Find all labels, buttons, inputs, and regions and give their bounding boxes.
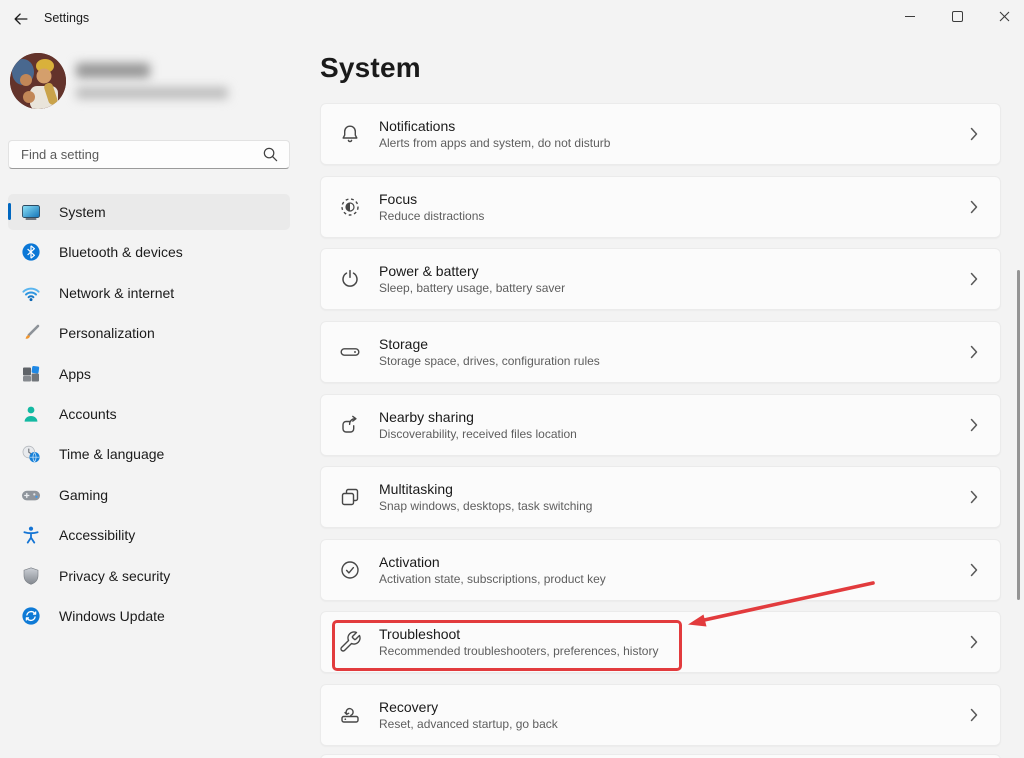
row-title: Multitasking [379, 481, 592, 498]
sidebar-item-label: Bluetooth & devices [59, 244, 183, 260]
settings-row-recovery[interactable]: Recovery Reset, advanced startup, go bac… [320, 684, 1001, 746]
row-subtitle: Recommended troubleshooters, preferences… [379, 644, 658, 659]
row-subtitle: Reset, advanced startup, go back [379, 717, 558, 732]
sidebar-item-windows-update[interactable]: Windows Update [8, 598, 290, 634]
maximize-icon [952, 11, 963, 22]
chevron-right-icon [970, 418, 978, 432]
sidebar-item-label: Gaming [59, 487, 108, 503]
chevron-right-icon [970, 127, 978, 141]
apps-icon [21, 364, 41, 384]
search-icon[interactable] [262, 146, 279, 163]
selected-accent-bar [8, 203, 11, 220]
minimize-icon [905, 16, 915, 17]
accessibility-person-icon [21, 525, 41, 545]
settings-row-focus[interactable]: Focus Reduce distractions [320, 176, 1001, 238]
sidebar-item-network-internet[interactable]: Network & internet [8, 275, 290, 311]
row-subtitle: Storage space, drives, configuration rul… [379, 354, 600, 369]
row-title: Troubleshoot [379, 626, 658, 643]
back-button[interactable] [6, 6, 36, 32]
row-title: Storage [379, 336, 600, 353]
close-button[interactable] [981, 0, 1024, 33]
chevron-right-icon [970, 708, 978, 722]
sidebar-item-time-language[interactable]: Time & language [8, 436, 290, 472]
window-title: Settings [44, 11, 89, 25]
row-title: Focus [379, 191, 484, 208]
drive-icon [338, 340, 362, 364]
windows-stack-icon [338, 485, 362, 509]
sidebar-item-label: Time & language [59, 446, 164, 462]
sidebar-item-personalization[interactable]: Personalization [8, 315, 290, 351]
maximize-button[interactable] [934, 0, 980, 33]
system-icon [21, 202, 41, 222]
person-icon [21, 404, 41, 424]
recovery-icon [338, 703, 362, 727]
sidebar-item-label: Privacy & security [59, 568, 170, 584]
row-title: Nearby sharing [379, 409, 577, 426]
row-subtitle: Alerts from apps and system, do not dist… [379, 136, 610, 151]
settings-row-notifications[interactable]: Notifications Alerts from apps and syste… [320, 103, 1001, 165]
search-input[interactable] [9, 147, 262, 162]
wrench-icon [338, 630, 362, 654]
shield-icon [21, 566, 41, 586]
row-subtitle: Sleep, battery usage, battery saver [379, 281, 565, 296]
focus-icon [338, 195, 362, 219]
chevron-right-icon [970, 635, 978, 649]
update-icon [21, 606, 41, 626]
wifi-icon [21, 283, 41, 303]
user-email-blurred [76, 87, 228, 99]
sidebar-item-privacy-security[interactable]: Privacy & security [8, 558, 290, 594]
chevron-right-icon [970, 345, 978, 359]
settings-row-storage[interactable]: Storage Storage space, drives, configura… [320, 321, 1001, 383]
avatar [10, 53, 66, 109]
check-circle-icon [338, 558, 362, 582]
scrollbar[interactable] [1017, 270, 1020, 600]
settings-row-partial [320, 754, 1001, 758]
sidebar-item-system[interactable]: System [8, 194, 290, 230]
row-title: Notifications [379, 118, 610, 135]
row-title: Recovery [379, 699, 558, 716]
row-title: Power & battery [379, 263, 565, 280]
paintbrush-icon [21, 323, 41, 343]
share-icon [338, 413, 362, 437]
sidebar-item-label: Network & internet [59, 285, 174, 301]
row-subtitle: Reduce distractions [379, 209, 484, 224]
row-title: Activation [379, 554, 606, 571]
settings-row-troubleshoot[interactable]: Troubleshoot Recommended troubleshooters… [320, 611, 1001, 673]
sidebar-item-label: Accessibility [59, 527, 135, 543]
minimize-button[interactable] [887, 0, 933, 33]
sidebar-item-bluetooth-devices[interactable]: Bluetooth & devices [8, 234, 290, 270]
sidebar-item-gaming[interactable]: Gaming [8, 477, 290, 513]
settings-row-multitasking[interactable]: Multitasking Snap windows, desktops, tas… [320, 466, 1001, 528]
bluetooth-icon [21, 242, 41, 262]
sidebar-item-apps[interactable]: Apps [8, 356, 290, 392]
chevron-right-icon [970, 490, 978, 504]
sidebar-item-accounts[interactable]: Accounts [8, 396, 290, 432]
page-title: System [320, 52, 421, 84]
sidebar-item-label: System [59, 204, 106, 220]
settings-row-activation[interactable]: Activation Activation state, subscriptio… [320, 539, 1001, 601]
settings-window: Settings [0, 0, 1024, 758]
row-subtitle: Snap windows, desktops, task switching [379, 499, 592, 514]
settings-row-power-battery[interactable]: Power & battery Sleep, battery usage, ba… [320, 248, 1001, 310]
chevron-right-icon [970, 272, 978, 286]
row-subtitle: Discoverability, received files location [379, 427, 577, 442]
sidebar-item-label: Apps [59, 366, 91, 382]
search-box[interactable] [8, 140, 290, 169]
close-icon [999, 11, 1010, 22]
chevron-right-icon [970, 563, 978, 577]
sidebar-item-label: Personalization [59, 325, 155, 341]
back-arrow-icon [12, 10, 30, 28]
gamepad-icon [21, 485, 41, 505]
chevron-right-icon [970, 200, 978, 214]
sidebar-item-label: Accounts [59, 406, 117, 422]
settings-row-nearby-sharing[interactable]: Nearby sharing Discoverability, received… [320, 394, 1001, 456]
sidebar-item-accessibility[interactable]: Accessibility [8, 517, 290, 553]
sidebar-item-label: Windows Update [59, 608, 165, 624]
clock-globe-icon [21, 444, 41, 464]
bell-icon [338, 122, 362, 146]
power-icon [338, 267, 362, 291]
row-subtitle: Activation state, subscriptions, product… [379, 572, 606, 587]
user-profile[interactable] [10, 52, 290, 112]
user-name-blurred [76, 63, 150, 78]
